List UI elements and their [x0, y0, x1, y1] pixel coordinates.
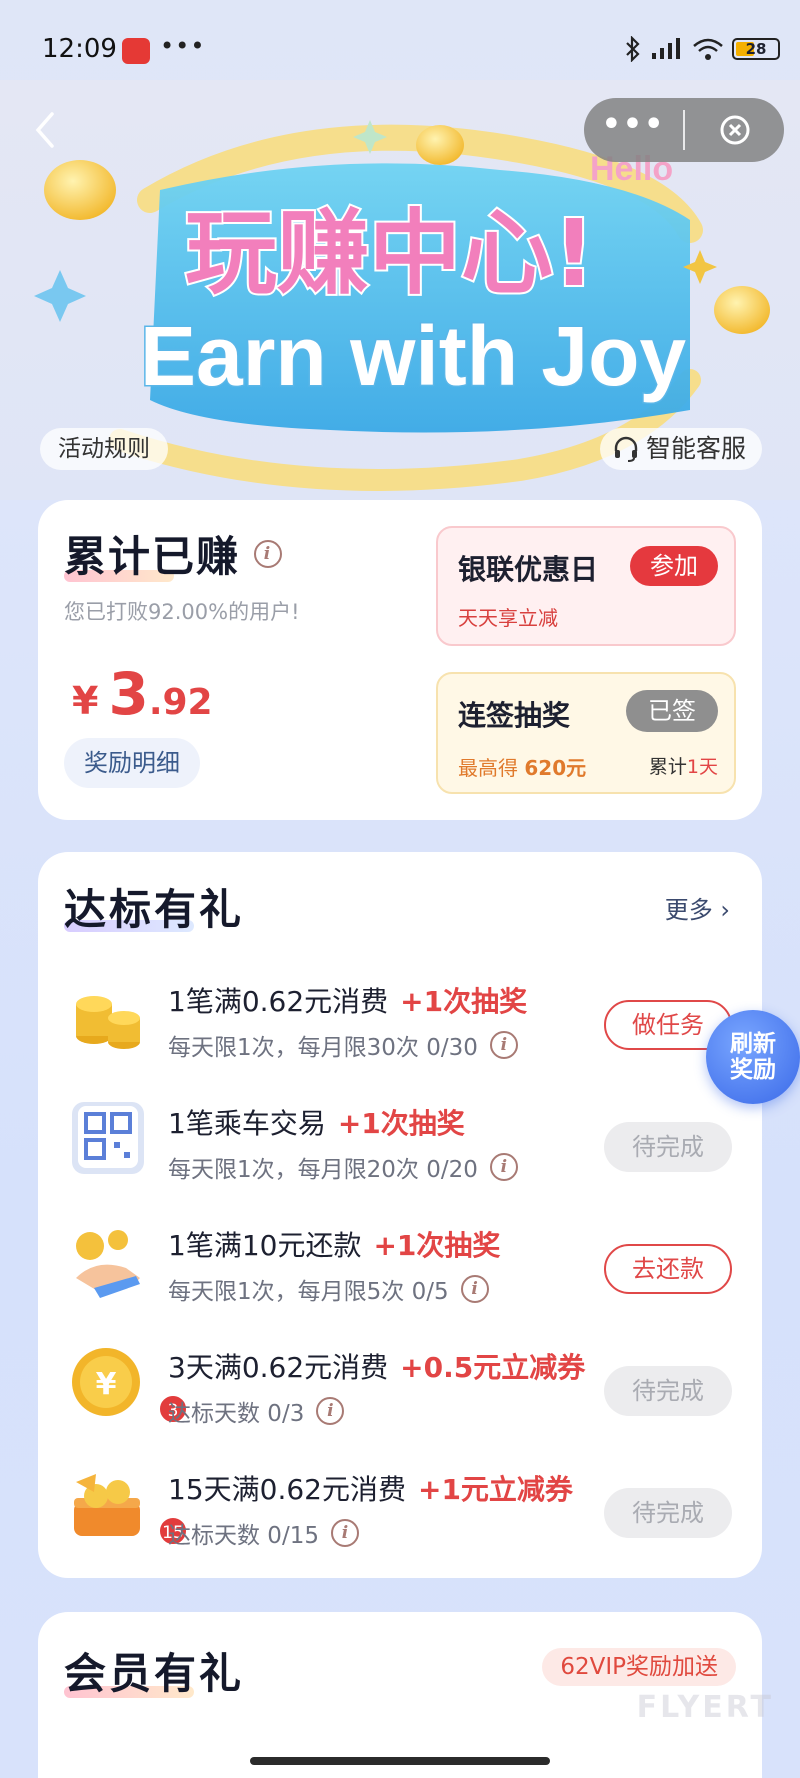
- notification-more-icon: •••: [160, 32, 206, 60]
- task-row: ¥ 3 3天满0.62元消费 +0.5元立减券 达标天数 0/3 i 待完成: [38, 1324, 762, 1444]
- bluetooth-icon: [626, 36, 640, 62]
- task-title: 1笔满0.62元消费 +1次抽奖: [168, 985, 528, 1018]
- customer-service-button[interactable]: 智能客服: [599, 428, 762, 470]
- member-section-title: 会员有礼: [64, 1649, 245, 1698]
- task-row: 1笔满0.62元消费 +1次抽奖 每天限1次，每月限30次 0/30 i 做任务: [38, 958, 762, 1078]
- checkin-promo-card[interactable]: 连签抽奖 已签 最高得 620元 累计1天: [436, 672, 736, 794]
- pending-button[interactable]: 待完成: [604, 1366, 732, 1416]
- unionpay-promo-card[interactable]: 银联优惠日 参加 天天享立减: [436, 526, 736, 646]
- tasks-section-title: 达标有礼: [64, 885, 245, 934]
- info-icon[interactable]: i: [460, 1275, 489, 1303]
- reward-detail-button[interactable]: 奖励明细: [64, 738, 200, 788]
- yuan-coin-icon: ¥: [72, 1348, 140, 1416]
- task-meta: 达标天数 0/3 i: [168, 1394, 345, 1428]
- info-icon[interactable]: i: [489, 1031, 518, 1059]
- chevron-left-icon: [35, 112, 54, 148]
- activity-rules-button[interactable]: 活动规则: [40, 428, 168, 470]
- info-icon[interactable]: i: [489, 1153, 518, 1181]
- task-title: 3天满0.62元消费 +0.5元立减券: [168, 1351, 586, 1384]
- hand-coin-icon: [76, 1230, 140, 1298]
- watermark: FLYERT: [636, 1690, 774, 1725]
- task-row: 15 15天满0.62元消费 +1元立减券 达标天数 0/15 i 待完成: [38, 1446, 762, 1566]
- earned-amount: ¥ 3 .92: [72, 660, 213, 728]
- customer-service-label: 智能客服: [645, 434, 746, 463]
- svg-text:玩赚中心!: 玩赚中心!: [185, 200, 595, 307]
- info-icon[interactable]: i: [316, 1397, 345, 1425]
- task-title: 1笔满10元还款 +1次抽奖: [168, 1229, 501, 1262]
- status-time: 12:09: [42, 34, 117, 64]
- status-icons: 28: [624, 36, 780, 62]
- more-link[interactable]: 更多 ›: [665, 890, 730, 925]
- headset-icon: [614, 436, 638, 462]
- unionpay-subtitle: 天天享立减: [458, 606, 558, 630]
- refresh-rewards-button[interactable]: 刷新 奖励: [706, 1010, 800, 1104]
- info-icon[interactable]: i: [330, 1519, 359, 1547]
- notification-app-icon: [122, 38, 150, 64]
- task-title: 15天满0.62元消费 +1元立减券: [168, 1473, 573, 1506]
- svg-text:¥: ¥: [96, 1367, 117, 1402]
- close-circle-icon: [720, 115, 749, 145]
- task-title: 1笔乘车交易 +1次抽奖: [168, 1107, 465, 1140]
- task-row: 1笔乘车交易 +1次抽奖 每天限1次，每月限20次 0/20 i 待完成: [38, 1080, 762, 1200]
- task-meta: 达标天数 0/15 i: [168, 1516, 359, 1550]
- mini-program-capsule: •••: [584, 98, 784, 162]
- checkin-max-reward: 最高得 620元: [458, 756, 587, 780]
- earned-subtitle: 您已打败92.00%的用户!: [64, 600, 300, 624]
- svg-text:Earn with Joy: Earn with Joy: [140, 309, 686, 403]
- qr-code-icon: [72, 1102, 144, 1174]
- task-meta: 每天限1次，每月限5次 0/5 i: [168, 1272, 489, 1306]
- unionpay-title: 银联优惠日: [458, 553, 599, 586]
- task-meta: 每天限1次，每月限30次 0/30 i: [168, 1028, 518, 1062]
- earned-title: 累计已赚 i: [64, 523, 283, 584]
- amount-integer: 3: [108, 660, 149, 728]
- task-row: 1笔满10元还款 +1次抽奖 每天限1次，每月限5次 0/5 i 去还款: [38, 1202, 762, 1322]
- pending-button[interactable]: 待完成: [604, 1488, 732, 1538]
- more-menu-button[interactable]: •••: [584, 110, 683, 150]
- treasure-box-icon: [74, 1474, 140, 1536]
- wifi-icon: [693, 38, 723, 60]
- home-indicator[interactable]: [250, 1757, 550, 1765]
- vip-bonus-tag: 62VIP奖励加送: [542, 1648, 736, 1686]
- currency-symbol: ¥: [72, 679, 99, 723]
- close-button[interactable]: [685, 113, 784, 147]
- gold-coins-icon: [76, 996, 140, 1049]
- pending-button[interactable]: 待完成: [604, 1122, 732, 1172]
- info-icon[interactable]: i: [254, 539, 283, 568]
- checkin-streak: 累计1天: [648, 756, 718, 778]
- signal-icon: [652, 38, 680, 59]
- task-meta: 每天限1次，每月限20次 0/20 i: [168, 1150, 518, 1184]
- repay-button[interactable]: 去还款: [604, 1244, 732, 1294]
- join-button[interactable]: 参加: [630, 546, 718, 586]
- amount-decimal: .92: [148, 682, 213, 723]
- back-button[interactable]: [30, 108, 60, 152]
- signed-button[interactable]: 已签: [626, 690, 718, 732]
- battery-icon: 28: [732, 38, 780, 60]
- checkin-title: 连签抽奖: [458, 699, 571, 732]
